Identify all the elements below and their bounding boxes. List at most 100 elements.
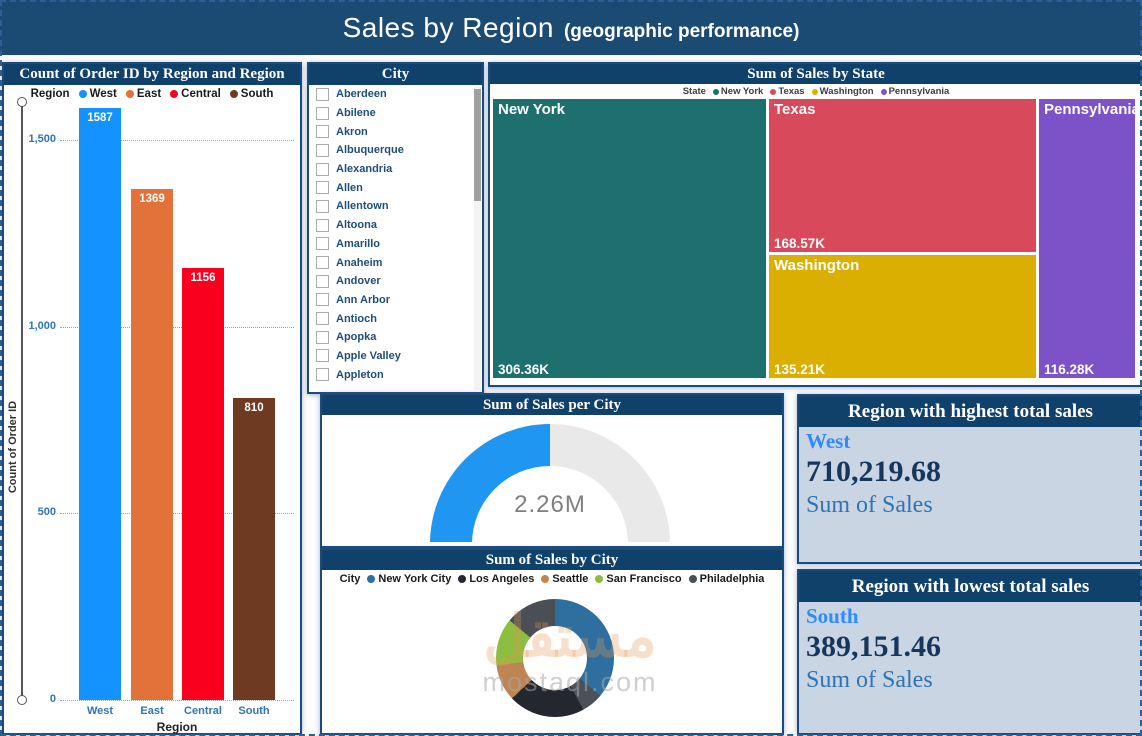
- legend-label: Los Angeles: [469, 573, 534, 585]
- checkbox[interactable]: [316, 293, 329, 306]
- treemap-tile-pennsylvania[interactable]: Pennsylvania116.28K: [1039, 99, 1135, 378]
- checkbox[interactable]: [316, 181, 329, 194]
- legend-item[interactable]: Pennsylvania: [881, 86, 950, 97]
- city-label: Apple Valley: [336, 350, 401, 362]
- checkbox[interactable]: [316, 368, 329, 381]
- city-label: Anaheim: [336, 257, 382, 269]
- bar-value-label: 1587: [79, 108, 121, 124]
- highest-card-title: Region with highest total sales: [799, 396, 1142, 427]
- legend-title: State: [683, 86, 706, 97]
- treemap-area: New York306.36KTexas168.57KWashington135…: [493, 99, 1135, 378]
- bar-value-label: 1369: [131, 189, 173, 205]
- bar-value-label: 810: [233, 398, 275, 414]
- legend-item[interactable]: Seattle: [541, 573, 588, 585]
- checkbox[interactable]: [316, 349, 329, 362]
- city-row[interactable]: Akron: [309, 122, 482, 141]
- gauge-value: 2.26M: [430, 491, 670, 519]
- checkbox[interactable]: [316, 144, 329, 157]
- city-label: Altoona: [336, 219, 377, 231]
- highest-measure-label: Sum of Sales: [806, 490, 1142, 521]
- city-label: Akron: [336, 126, 368, 138]
- zoom-slider-handle-top[interactable]: [17, 97, 27, 107]
- legend-item[interactable]: Los Angeles: [458, 573, 534, 585]
- city-row[interactable]: Ann Arbor: [309, 291, 482, 310]
- legend-label: New York City: [378, 573, 451, 585]
- city-row[interactable]: Apple Valley: [309, 347, 482, 366]
- highest-value: 710,219.68: [806, 454, 1142, 490]
- checkbox[interactable]: [316, 219, 329, 232]
- checkbox[interactable]: [316, 163, 329, 176]
- city-row[interactable]: Albuquerque: [309, 141, 482, 160]
- city-row[interactable]: Abilene: [309, 104, 482, 123]
- bar-central[interactable]: 1156: [182, 268, 224, 700]
- checkbox[interactable]: [316, 256, 329, 269]
- city-row[interactable]: Alexandria: [309, 160, 482, 179]
- legend-dot: [881, 89, 887, 95]
- scrollbar-track[interactable]: [474, 87, 481, 390]
- city-row[interactable]: Anaheim: [309, 253, 482, 272]
- city-slicer-title: City: [309, 64, 482, 85]
- legend-item[interactable]: Texas: [770, 86, 804, 97]
- tile-value: 168.57K: [774, 236, 825, 251]
- lowest-value: 389,151.46: [806, 629, 1142, 665]
- legend-item[interactable]: West: [79, 88, 117, 100]
- gauge-title: Sum of Sales per City: [322, 395, 782, 415]
- city-row[interactable]: Apopka: [309, 328, 482, 347]
- city-row[interactable]: Allen: [309, 178, 482, 197]
- treemap-tile-texas[interactable]: Texas168.57K: [769, 99, 1036, 252]
- city-row[interactable]: Appleton: [309, 365, 482, 384]
- treemap-tile-washington[interactable]: Washington135.21K: [769, 255, 1036, 378]
- checkbox[interactable]: [316, 275, 329, 288]
- legend-dot: [812, 89, 818, 95]
- checkbox[interactable]: [316, 125, 329, 138]
- y-tick-label: 1,500: [24, 133, 56, 145]
- treemap-legend: State New York Texas Washington Pennsylvania: [490, 84, 1142, 99]
- legend-item[interactable]: South: [230, 88, 274, 100]
- city-row[interactable]: Aberdeen: [309, 85, 482, 104]
- legend-label: Washington: [820, 86, 874, 97]
- bar-south[interactable]: 810: [233, 398, 275, 700]
- checkbox[interactable]: [316, 331, 329, 344]
- legend-item[interactable]: East: [126, 88, 161, 100]
- donut-legend: CityNew York CityLos AngelesSeattleSan F…: [322, 570, 782, 588]
- legend-label: Seattle: [552, 573, 588, 585]
- checkbox[interactable]: [316, 88, 329, 101]
- highest-region: West: [806, 428, 1142, 454]
- gauge-panel: Sum of Sales per City 2.26M: [320, 393, 784, 548]
- city-row[interactable]: Allentown: [309, 197, 482, 216]
- legend-item[interactable]: Philadelphia: [689, 573, 765, 585]
- city-label: Allen: [336, 182, 363, 194]
- legend-item[interactable]: Central: [170, 88, 221, 100]
- legend-item[interactable]: New York: [713, 86, 763, 97]
- checkbox[interactable]: [316, 312, 329, 325]
- bar-west[interactable]: 1587: [79, 108, 121, 700]
- city-label: Allentown: [336, 200, 389, 212]
- tile-name: Washington: [774, 257, 859, 274]
- checkbox[interactable]: [316, 107, 329, 120]
- city-row[interactable]: Amarillo: [309, 235, 482, 254]
- legend-item[interactable]: San Francisco: [595, 573, 681, 585]
- legend-label: New York: [721, 86, 763, 97]
- page-title: Sales by Region: [343, 0, 554, 55]
- city-row[interactable]: Andover: [309, 272, 482, 291]
- city-row[interactable]: Altoona: [309, 216, 482, 235]
- legend-item[interactable]: New York City: [367, 573, 451, 585]
- legend-label: West: [90, 88, 117, 100]
- treemap-tile-new-york[interactable]: New York306.36K: [493, 99, 766, 378]
- legend-dot: [595, 575, 603, 583]
- gauge[interactable]: [430, 424, 670, 542]
- checkbox[interactable]: [316, 237, 329, 250]
- y-tick-label: 0: [24, 693, 56, 705]
- y-tick-label: 1,000: [24, 320, 56, 332]
- highest-sales-card: Region with highest total sales West 710…: [797, 394, 1142, 564]
- legend-label: Texas: [778, 86, 804, 97]
- city-row[interactable]: Antioch: [309, 309, 482, 328]
- legend-item[interactable]: Washington: [812, 86, 874, 97]
- scrollbar-thumb[interactable]: [474, 89, 481, 201]
- checkbox[interactable]: [316, 200, 329, 213]
- city-list: AberdeenAbilene Akron AlbuquerqueAlexandri…: [309, 85, 482, 384]
- tile-value: 306.36K: [498, 362, 549, 377]
- y-axis-title: Count of Order ID: [7, 347, 21, 547]
- bar-east[interactable]: 1369: [131, 189, 173, 700]
- zoom-slider[interactable]: [21, 104, 23, 696]
